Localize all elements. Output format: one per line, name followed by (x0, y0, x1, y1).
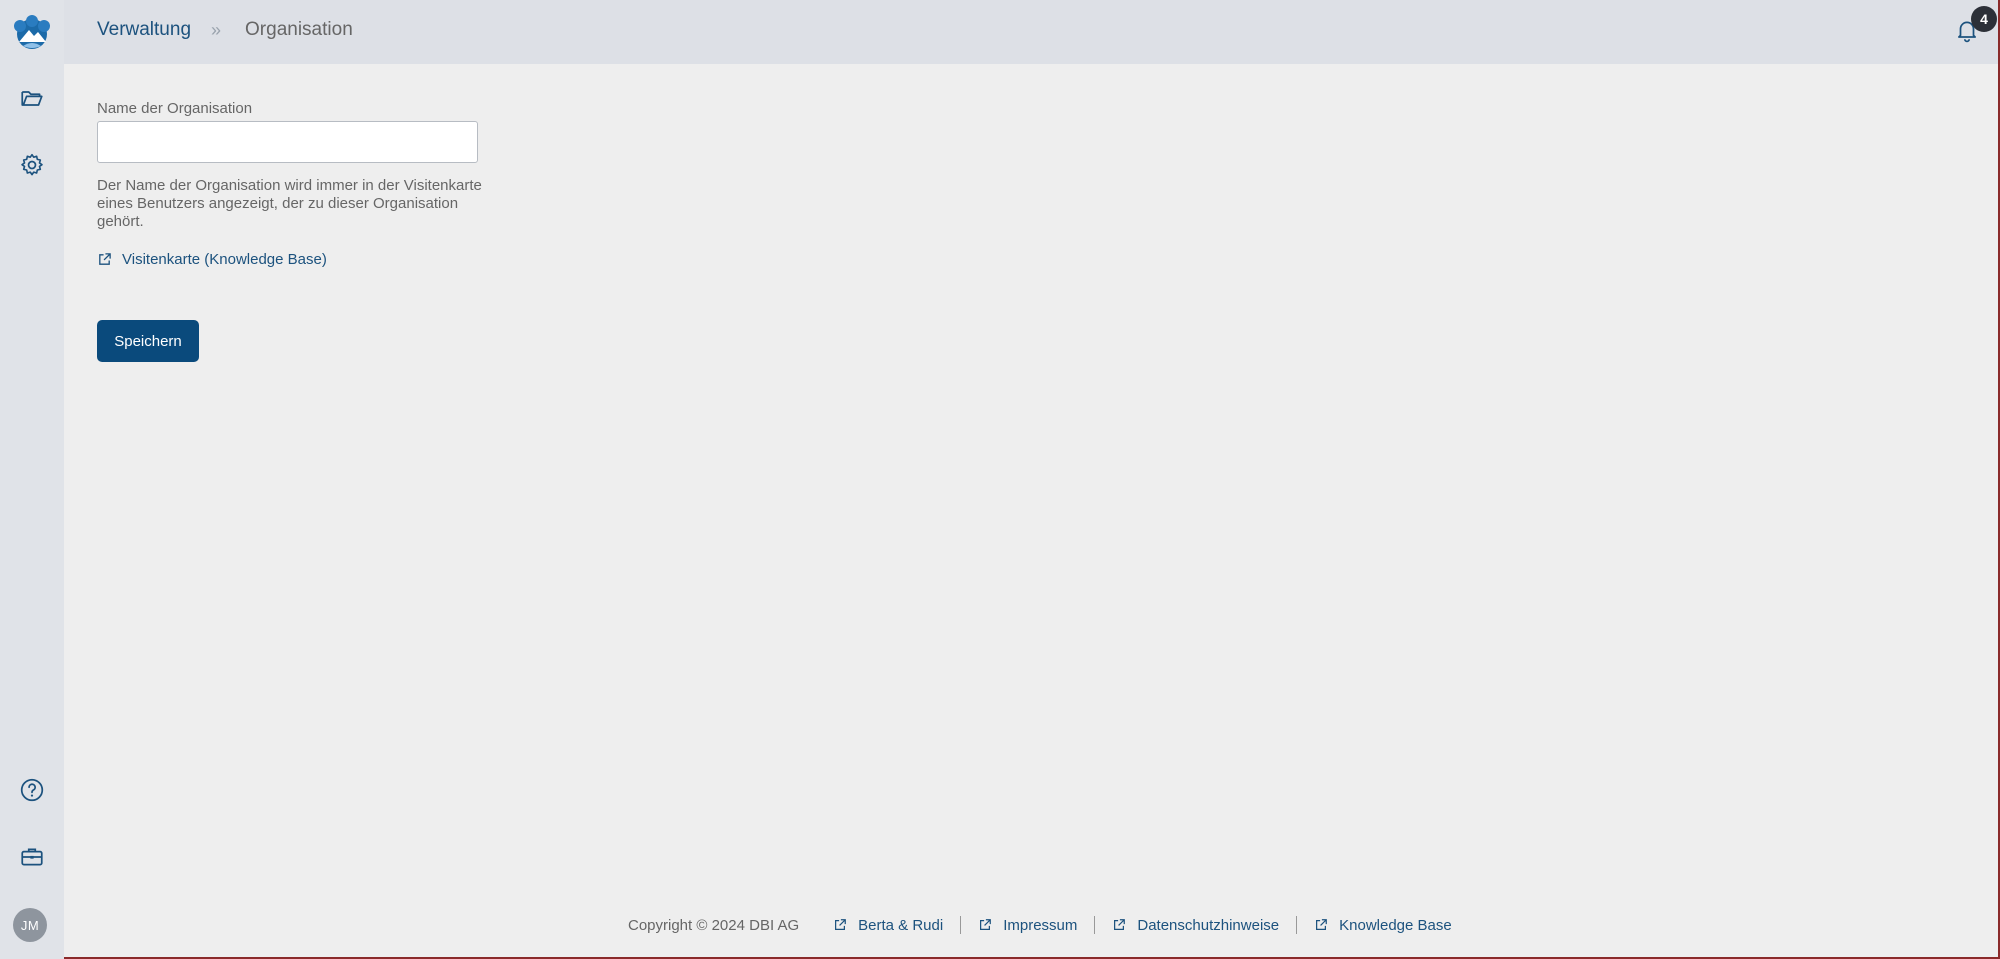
folder-icon (21, 91, 43, 106)
organisation-name-help-text: Der Name der Organisation wird immer in … (97, 177, 482, 230)
footer-divider (1296, 916, 1298, 934)
external-link-icon (980, 919, 992, 930)
avatar[interactable]: JM (13, 908, 47, 942)
visitenkarte-kb-link-label: Visitenkarte (Knowledge Base) (122, 251, 327, 268)
gear-icon (21, 153, 43, 176)
footer-link-knowledge-base[interactable]: Knowledge Base (1314, 917, 1452, 934)
footer-link-impressum[interactable]: Impressum (978, 917, 1077, 934)
organisation-form: Name der Organisation Der Name der Organ… (97, 100, 697, 362)
sidebar: JM (0, 0, 64, 959)
external-link-icon (99, 253, 111, 265)
external-link-icon (1316, 919, 1327, 930)
visitenkarte-kb-link[interactable]: Visitenkarte (Knowledge Base) (97, 251, 697, 268)
sidebar-item-settings[interactable] (12, 145, 52, 185)
footer-link-label: Impressum (1003, 916, 1078, 934)
footer-divider (1094, 916, 1096, 934)
sidebar-item-files[interactable] (12, 78, 52, 118)
top-bar: Verwaltung » Organisation (64, 0, 2000, 64)
app-logo-icon[interactable] (9, 12, 55, 52)
avatar-initials: JM (20, 917, 40, 933)
copyright-text: Copyright © 2024 DBI AG (628, 916, 800, 934)
footer-link-label: Datenschutzhinweise (1137, 916, 1280, 934)
notification-count-badge: 4 (1971, 6, 1997, 32)
footer-link-label: Berta & Rudi (858, 916, 944, 934)
footer-link-datenschutz[interactable]: Datenschutzhinweise (1112, 917, 1279, 934)
save-button[interactable]: Speichern (97, 320, 199, 362)
external-link-icon (1114, 919, 1126, 930)
footer-link-label: Knowledge Base (1339, 916, 1452, 934)
organisation-name-input[interactable] (97, 121, 478, 163)
organisation-name-label: Name der Organisation (97, 100, 253, 117)
sidebar-item-tools[interactable] (12, 837, 52, 877)
breadcrumb: Verwaltung » Organisation (97, 19, 353, 41)
external-link-icon (835, 919, 847, 930)
footer-divider (960, 916, 962, 934)
help-icon (20, 778, 44, 802)
breadcrumb-separator-icon: » (211, 19, 222, 40)
footer: Copyright © 2024 DBI AG Berta & Rudi Imp… (628, 915, 1452, 935)
briefcase-icon (21, 848, 43, 866)
footer-link-berta-rudi[interactable]: Berta & Rudi (833, 917, 943, 934)
breadcrumb-verwaltung-link[interactable]: Verwaltung (97, 19, 191, 41)
page-title: Organisation (245, 19, 353, 40)
sidebar-item-help[interactable] (12, 770, 52, 810)
